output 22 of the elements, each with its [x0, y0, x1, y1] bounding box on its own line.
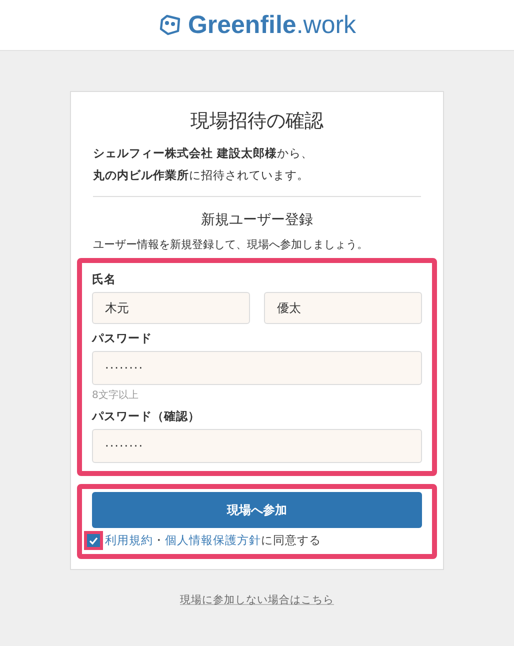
privacy-link[interactable]: 個人情報保護方針 [165, 533, 261, 547]
decline-link[interactable]: 現場に参加しない場合はこちら [180, 594, 334, 606]
input-field[interactable]: ········ [92, 351, 422, 385]
check-icon [89, 536, 98, 544]
invitation-text: シェルフィー株式会社 建設太郎様から、 [92, 145, 314, 162]
field-label: パスワード（確認） [92, 409, 201, 424]
join-button[interactable]: 現場へ参加 [92, 492, 422, 528]
field-hint: 8文字以上 [92, 388, 140, 402]
section-description: ユーザー情報を新規登録して、現場へ参加しましょう。 [92, 237, 369, 252]
card-title: 現場招待の確認 [190, 109, 324, 134]
invitation-text: 丸の内ビル作業所に招待されています。 [92, 167, 310, 184]
field-label: 氏名 [92, 272, 117, 287]
input-field[interactable]: 優太 [264, 292, 422, 324]
logo-text: Greenfile.work [188, 10, 356, 40]
logo-icon [158, 14, 182, 36]
terms-link[interactable]: 利用規約 [105, 533, 153, 547]
input-field[interactable]: ········ [92, 429, 422, 463]
section-title: 新規ユーザー登録 [200, 211, 314, 229]
input-field[interactable]: 木元 [92, 292, 250, 324]
agreement-text: 利用規約・個人情報保護方針に同意する [105, 533, 321, 548]
checkbox[interactable] [84, 531, 103, 550]
field-label: パスワード [92, 331, 153, 346]
